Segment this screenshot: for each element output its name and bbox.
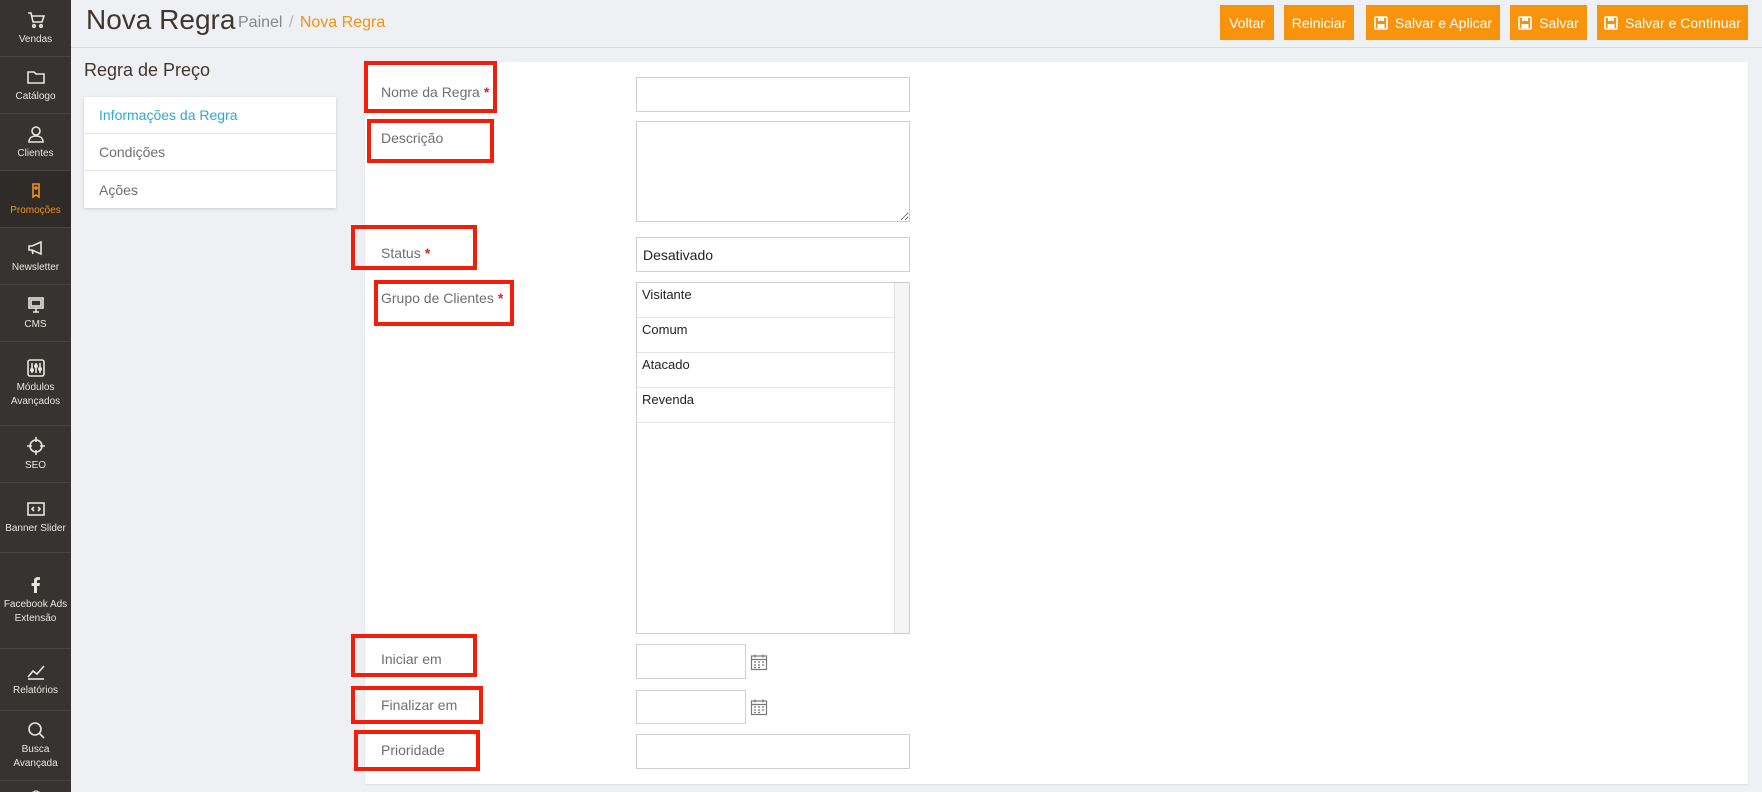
sidebar-item-busca-avancada[interactable]: Busca Avançada [0,711,71,781]
breadcrumb-parent[interactable]: Painel [238,14,282,31]
tab-actions[interactable]: Ações [84,171,336,208]
sidebar-item-label: Relatórios [12,685,59,696]
sidebar: Vendas Catálogo Clientes Promoções Newsl… [0,0,71,792]
rule-name-label-text: Nome da Regra [381,84,480,100]
save-and-apply-label: Salvar e Aplicar [1394,14,1493,31]
sidebar-item-label: Facebook Ads Extensão [3,599,68,624]
sidebar-item-label: Clientes [17,147,54,159]
sidebar-item-label: SEO [24,459,47,471]
calendar-icon[interactable] [750,698,768,716]
tab-conditions[interactable]: Condições [84,134,336,171]
sidebar-item-cms[interactable]: CMS [0,285,71,342]
end-date-label: Finalizar em [381,697,458,713]
breadcrumb-separator: / [288,14,294,31]
tab-rule-info[interactable]: Informações da Regra [84,97,336,134]
tag-icon [31,182,40,198]
description-label: Descrição [381,130,444,146]
sidebar-item-modulos-avancados[interactable]: Módulos Avançados [0,342,71,426]
customer-group-option-revenda[interactable]: Revenda [637,388,895,423]
sidebar-item-label: Módulos Avançados [10,382,61,407]
customer-group-multiselect[interactable]: Visitante Comum Atacado Revenda [636,282,910,634]
save-and-apply-button[interactable]: Salvar e Aplicar [1366,5,1500,40]
back-button[interactable]: Voltar [1220,5,1274,40]
start-date-label: Iniciar em [381,651,442,667]
search-icon [27,722,45,739]
sidebar-item-label: Promoções [10,204,61,216]
required-marker: * [424,245,431,261]
sidebar-item-banner-slider[interactable]: Banner Slider [0,483,71,553]
sidebar-item-label: Banner Slider [5,523,66,534]
priority-input[interactable] [636,734,910,769]
section-title: Regra de Preço [84,60,211,80]
sidebar-item-more[interactable] [0,781,71,792]
sidebar-item-facebook-ads[interactable]: Facebook Ads Extensão [0,553,71,649]
customer-group-label-text: Grupo de Clientes [381,290,494,306]
status-select[interactable]: Desativado [636,237,910,272]
sidebar-item-catalogo[interactable]: Catálogo [0,57,71,114]
save-and-continue-button[interactable]: Salvar e Continuar [1597,5,1748,40]
customer-group-option-comum[interactable]: Comum [637,318,895,353]
required-marker: * [497,290,504,306]
customer-group-option-visitante[interactable]: Visitante [637,283,895,318]
back-button-label: Voltar [1229,14,1265,31]
user-icon [27,125,44,143]
save-icon [1604,15,1618,30]
code-icon [26,502,45,516]
sidebar-item-label: Vendas [18,33,53,45]
chart-icon [26,665,45,680]
description-textarea[interactable] [636,121,910,222]
cart-icon [27,11,45,28]
calendar-icon[interactable] [750,653,768,671]
form-card [365,62,1748,784]
breadcrumb-current: Nova Regra [299,14,386,31]
monitor-icon [27,296,44,313]
save-icon [1374,15,1388,30]
breadcrumb: Painel / Nova Regra [238,14,385,32]
save-icon [1518,15,1532,30]
rule-name-input[interactable] [636,77,910,112]
status-label-text: Status [381,245,421,261]
customer-group-label: Grupo de Clientes * [381,290,503,306]
save-button-label: Salvar [1539,14,1579,31]
reset-button-label: Reiniciar [1291,14,1347,31]
page-header: Nova Regra Painel / Nova Regra Voltar Re… [71,0,1762,48]
sidebar-item-clientes[interactable]: Clientes [0,114,71,171]
sidebar-item-newsletter[interactable]: Newsletter [0,228,71,285]
priority-label: Prioridade [381,742,445,758]
sidebar-item-label: Busca Avançada [13,744,58,769]
crosshair-icon [26,436,45,455]
rule-name-label: Nome da Regra * [381,84,489,100]
customer-group-options: Visitante Comum Atacado Revenda [637,283,895,423]
status-label: Status * [381,245,430,261]
sidebar-item-vendas[interactable]: Vendas [0,0,71,57]
multiselect-scrollbar[interactable] [894,283,909,633]
save-button[interactable]: Salvar [1510,5,1587,40]
page-title: Nova Regra [86,4,236,35]
tab-list: Informações da Regra Condições Ações [84,97,336,208]
facebook-icon [31,577,40,593]
start-date-input[interactable] [636,644,746,679]
sidebar-item-promocoes[interactable]: Promoções [0,171,71,228]
save-and-continue-label: Salvar e Continuar [1625,14,1741,31]
status-select-value: Desativado [643,246,714,263]
sidebar-item-seo[interactable]: SEO [0,426,71,483]
required-marker: * [483,84,490,100]
sidebar-item-relatorios[interactable]: Relatórios [0,649,71,711]
customer-group-option-atacado[interactable]: Atacado [637,353,895,388]
sidebar-item-label: Catálogo [15,90,56,102]
sliders-icon [26,359,45,377]
sidebar-item-label: Newsletter [11,261,60,273]
reset-button[interactable]: Reiniciar [1284,5,1354,40]
sidebar-item-label: CMS [24,318,47,330]
folder-icon [26,70,45,84]
end-date-input[interactable] [636,690,746,724]
megaphone-icon [27,240,42,255]
